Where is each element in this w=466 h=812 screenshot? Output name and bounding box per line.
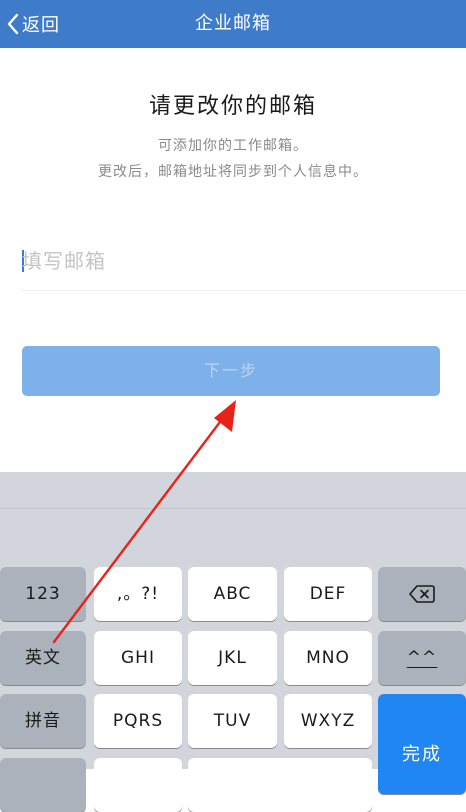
key-jkl[interactable]: JKL <box>188 631 277 685</box>
key-mno[interactable]: MNO <box>284 631 372 685</box>
navigation-bar: 返回 企业邮箱 <box>0 0 466 48</box>
email-field-container <box>22 238 466 291</box>
key-row4-1[interactable] <box>94 758 182 812</box>
key-abc[interactable]: ABC <box>188 567 277 621</box>
key-123[interactable]: 123 <box>0 567 86 621</box>
delete-key[interactable] <box>378 567 466 621</box>
candidate-bar <box>0 472 466 509</box>
backspace-icon <box>409 585 435 603</box>
key-wxyz[interactable]: WXYZ <box>284 694 372 748</box>
key-def[interactable]: DEF <box>284 567 372 621</box>
page-title: 请更改你的邮箱 <box>148 94 317 119</box>
subtitle-line-2: 更改后，邮箱地址将同步到个人信息中。 <box>98 164 368 180</box>
keyboard: 123 ,。?! ABC DEF 英文 GHI JKL MNO ^^ 拼音 PQ… <box>0 472 466 812</box>
key-ghi[interactable]: GHI <box>94 631 182 685</box>
next-step-button[interactable]: 下一步 <box>22 346 440 396</box>
key-english[interactable]: 英文 <box>0 631 86 685</box>
subtitle-line-1: 可添加你的工作邮箱。 <box>158 138 308 154</box>
email-input[interactable] <box>22 238 462 284</box>
key-pqrs[interactable]: PQRS <box>94 694 182 748</box>
key-row4-left[interactable] <box>0 758 86 812</box>
done-key[interactable]: 完成 <box>378 694 466 794</box>
key-tuv[interactable]: TUV <box>188 694 277 748</box>
emoticon-key[interactable]: ^^ <box>378 631 466 685</box>
page-header-title: 企业邮箱 <box>195 13 271 34</box>
key-punctuation[interactable]: ,。?! <box>94 567 182 621</box>
key-pinyin[interactable]: 拼音 <box>0 694 86 748</box>
done-key-label: 完成 <box>402 744 442 765</box>
key-space[interactable] <box>188 758 372 812</box>
